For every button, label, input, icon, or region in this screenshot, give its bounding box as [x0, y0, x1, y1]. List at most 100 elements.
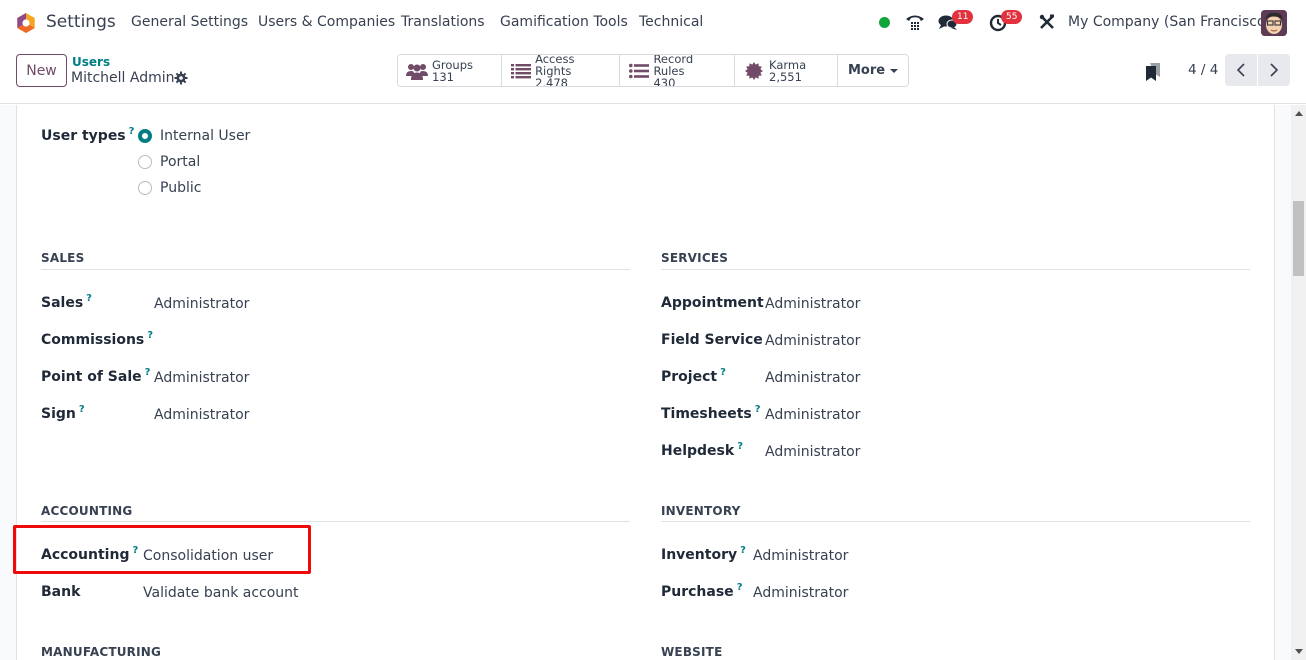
chevron-right-icon [1270, 63, 1279, 77]
caret-down-icon [890, 68, 899, 73]
smart-button-record-rules[interactable]: Record Rules 430 [620, 55, 735, 86]
radio-internal-user[interactable]: Internal User [138, 128, 250, 144]
field-value-inventory[interactable]: Administrator [753, 548, 848, 564]
help-tooltip-icon[interactable]: ? [740, 545, 746, 556]
section-divider [661, 521, 1250, 522]
smart-button-karma[interactable]: Karma 2,551 [735, 55, 838, 86]
help-tooltip-icon[interactable]: ? [147, 330, 153, 341]
activities-badge: 55 [1001, 10, 1023, 24]
section-divider [41, 269, 630, 270]
new-button[interactable]: New [16, 54, 67, 87]
user-avatar[interactable] [1261, 10, 1287, 36]
smart-button-label: Karma [769, 57, 807, 72]
field-label-point-of-sale: Point of Sale? [41, 367, 151, 385]
debug-tools-icon[interactable] [1036, 11, 1058, 33]
help-tooltip-icon[interactable]: ? [755, 404, 761, 415]
odoo-settings-logo-icon[interactable] [16, 13, 36, 33]
list-icon [510, 62, 531, 80]
menu-gamification-tools[interactable]: Gamification Tools [500, 14, 628, 30]
smart-button-label: Groups [432, 57, 474, 72]
field-label-field-service: Field Service [661, 332, 763, 348]
radio-unchecked-icon[interactable] [138, 155, 152, 169]
field-label-timesheets: Timesheets? [661, 404, 761, 422]
messages-badge: 11 [952, 10, 974, 24]
help-tooltip-icon[interactable]: ? [737, 441, 743, 452]
smart-button-label: Record Rules [653, 54, 694, 78]
pager-buttons [1225, 54, 1290, 86]
scroll-up-arrow-icon[interactable] [1295, 111, 1303, 116]
radio-portal[interactable]: Portal [138, 154, 200, 170]
user-types-label: User types? [41, 126, 135, 144]
vertical-scrollbar[interactable] [1291, 105, 1306, 660]
radio-unchecked-icon[interactable] [138, 181, 152, 195]
help-tooltip-icon[interactable]: ? [79, 404, 85, 415]
help-tooltip-icon[interactable]: ? [86, 293, 92, 304]
help-tooltip-icon[interactable]: ? [145, 367, 151, 378]
field-value-timesheets[interactable]: Administrator [765, 407, 860, 423]
pager-previous-button[interactable] [1225, 54, 1257, 86]
presence-status-icon [879, 17, 890, 28]
smart-button-value: 2,478 [535, 75, 568, 87]
section-title-sales: SALES [41, 251, 85, 265]
smart-button-access-rights[interactable]: Access Rights 2,478 [502, 55, 620, 86]
scroll-down-arrow-icon[interactable] [1295, 649, 1303, 654]
field-value-sign[interactable]: Administrator [154, 407, 249, 423]
top-navbar: Settings General Settings Users & Compan… [0, 0, 1306, 46]
field-label-sales: Sales? [41, 293, 92, 311]
breadcrumb-current: Mitchell Admin [71, 70, 175, 86]
section-title-inventory: INVENTORY [661, 504, 741, 518]
users-icon [406, 62, 428, 80]
help-tooltip-icon[interactable]: ? [720, 367, 726, 378]
field-value-purchase[interactable]: Administrator [753, 585, 848, 601]
field-value-helpdesk[interactable]: Administrator [765, 444, 860, 460]
phone-icon[interactable] [904, 11, 926, 33]
menu-general-settings[interactable]: General Settings [131, 14, 248, 30]
help-tooltip-icon[interactable]: ? [129, 126, 135, 137]
field-value-appointment[interactable]: Administrator [765, 296, 860, 312]
field-label-helpdesk: Helpdesk? [661, 441, 744, 459]
list-ul-icon [628, 62, 649, 80]
field-value-sales[interactable]: Administrator [154, 296, 249, 312]
company-switcher[interactable]: My Company (San Francisco) [1068, 14, 1271, 30]
menu-translations[interactable]: Translations [401, 14, 485, 30]
field-label-project: Project? [661, 367, 726, 385]
gear-icon[interactable] [174, 71, 188, 85]
control-panel: New Users Mitchell Admin Groups 131 Acce… [0, 46, 1306, 104]
chevron-left-icon [1236, 63, 1245, 77]
section-title-manufacturing: MANUFACTURING [41, 645, 162, 659]
help-tooltip-icon[interactable]: ? [737, 582, 743, 593]
more-dropdown-button[interactable]: More [838, 55, 909, 86]
section-title-website: WEBSITE [661, 645, 723, 659]
field-label-inventory: Inventory? [661, 545, 746, 563]
smart-button-groups[interactable]: Groups 131 [398, 55, 502, 86]
pager-next-button[interactable] [1258, 54, 1290, 86]
field-value-point-of-sale[interactable]: Administrator [154, 370, 249, 386]
certificate-icon [743, 61, 765, 80]
section-title-services: SERVICES [661, 251, 729, 265]
menu-users-companies[interactable]: Users & Companies [258, 14, 395, 30]
more-label: More [848, 63, 886, 78]
app-name[interactable]: Settings [46, 12, 116, 32]
smart-button-value: 430 [653, 75, 676, 87]
field-value-field-service[interactable]: Administrator [765, 333, 860, 349]
smart-button-value: 131 [432, 69, 454, 84]
field-value-bank[interactable]: Validate bank account [143, 585, 299, 601]
annotation-highlight-box [13, 525, 311, 574]
field-value-project[interactable]: Administrator [765, 370, 860, 386]
section-title-accounting: ACCOUNTING [41, 504, 133, 518]
field-label-appointment: Appointment [661, 295, 764, 311]
menu-technical[interactable]: Technical [639, 14, 703, 30]
bookmark-icon[interactable] [1145, 63, 1161, 81]
scroll-thumb[interactable] [1293, 201, 1304, 276]
smart-button-label: Access Rights [535, 54, 575, 78]
section-divider [661, 269, 1250, 270]
smart-button-value: 2,551 [769, 69, 802, 84]
breadcrumb-users[interactable]: Users [72, 55, 110, 69]
pager-value[interactable]: 4 / 4 [1188, 62, 1218, 78]
field-label-purchase: Purchase? [661, 582, 743, 600]
radio-public[interactable]: Public [138, 180, 201, 196]
radio-checked-icon[interactable] [138, 129, 152, 143]
field-label-sign: Sign? [41, 404, 85, 422]
section-divider [41, 521, 630, 522]
smart-buttons: Groups 131 Access Rights 2,478 Record Ru… [397, 54, 910, 87]
